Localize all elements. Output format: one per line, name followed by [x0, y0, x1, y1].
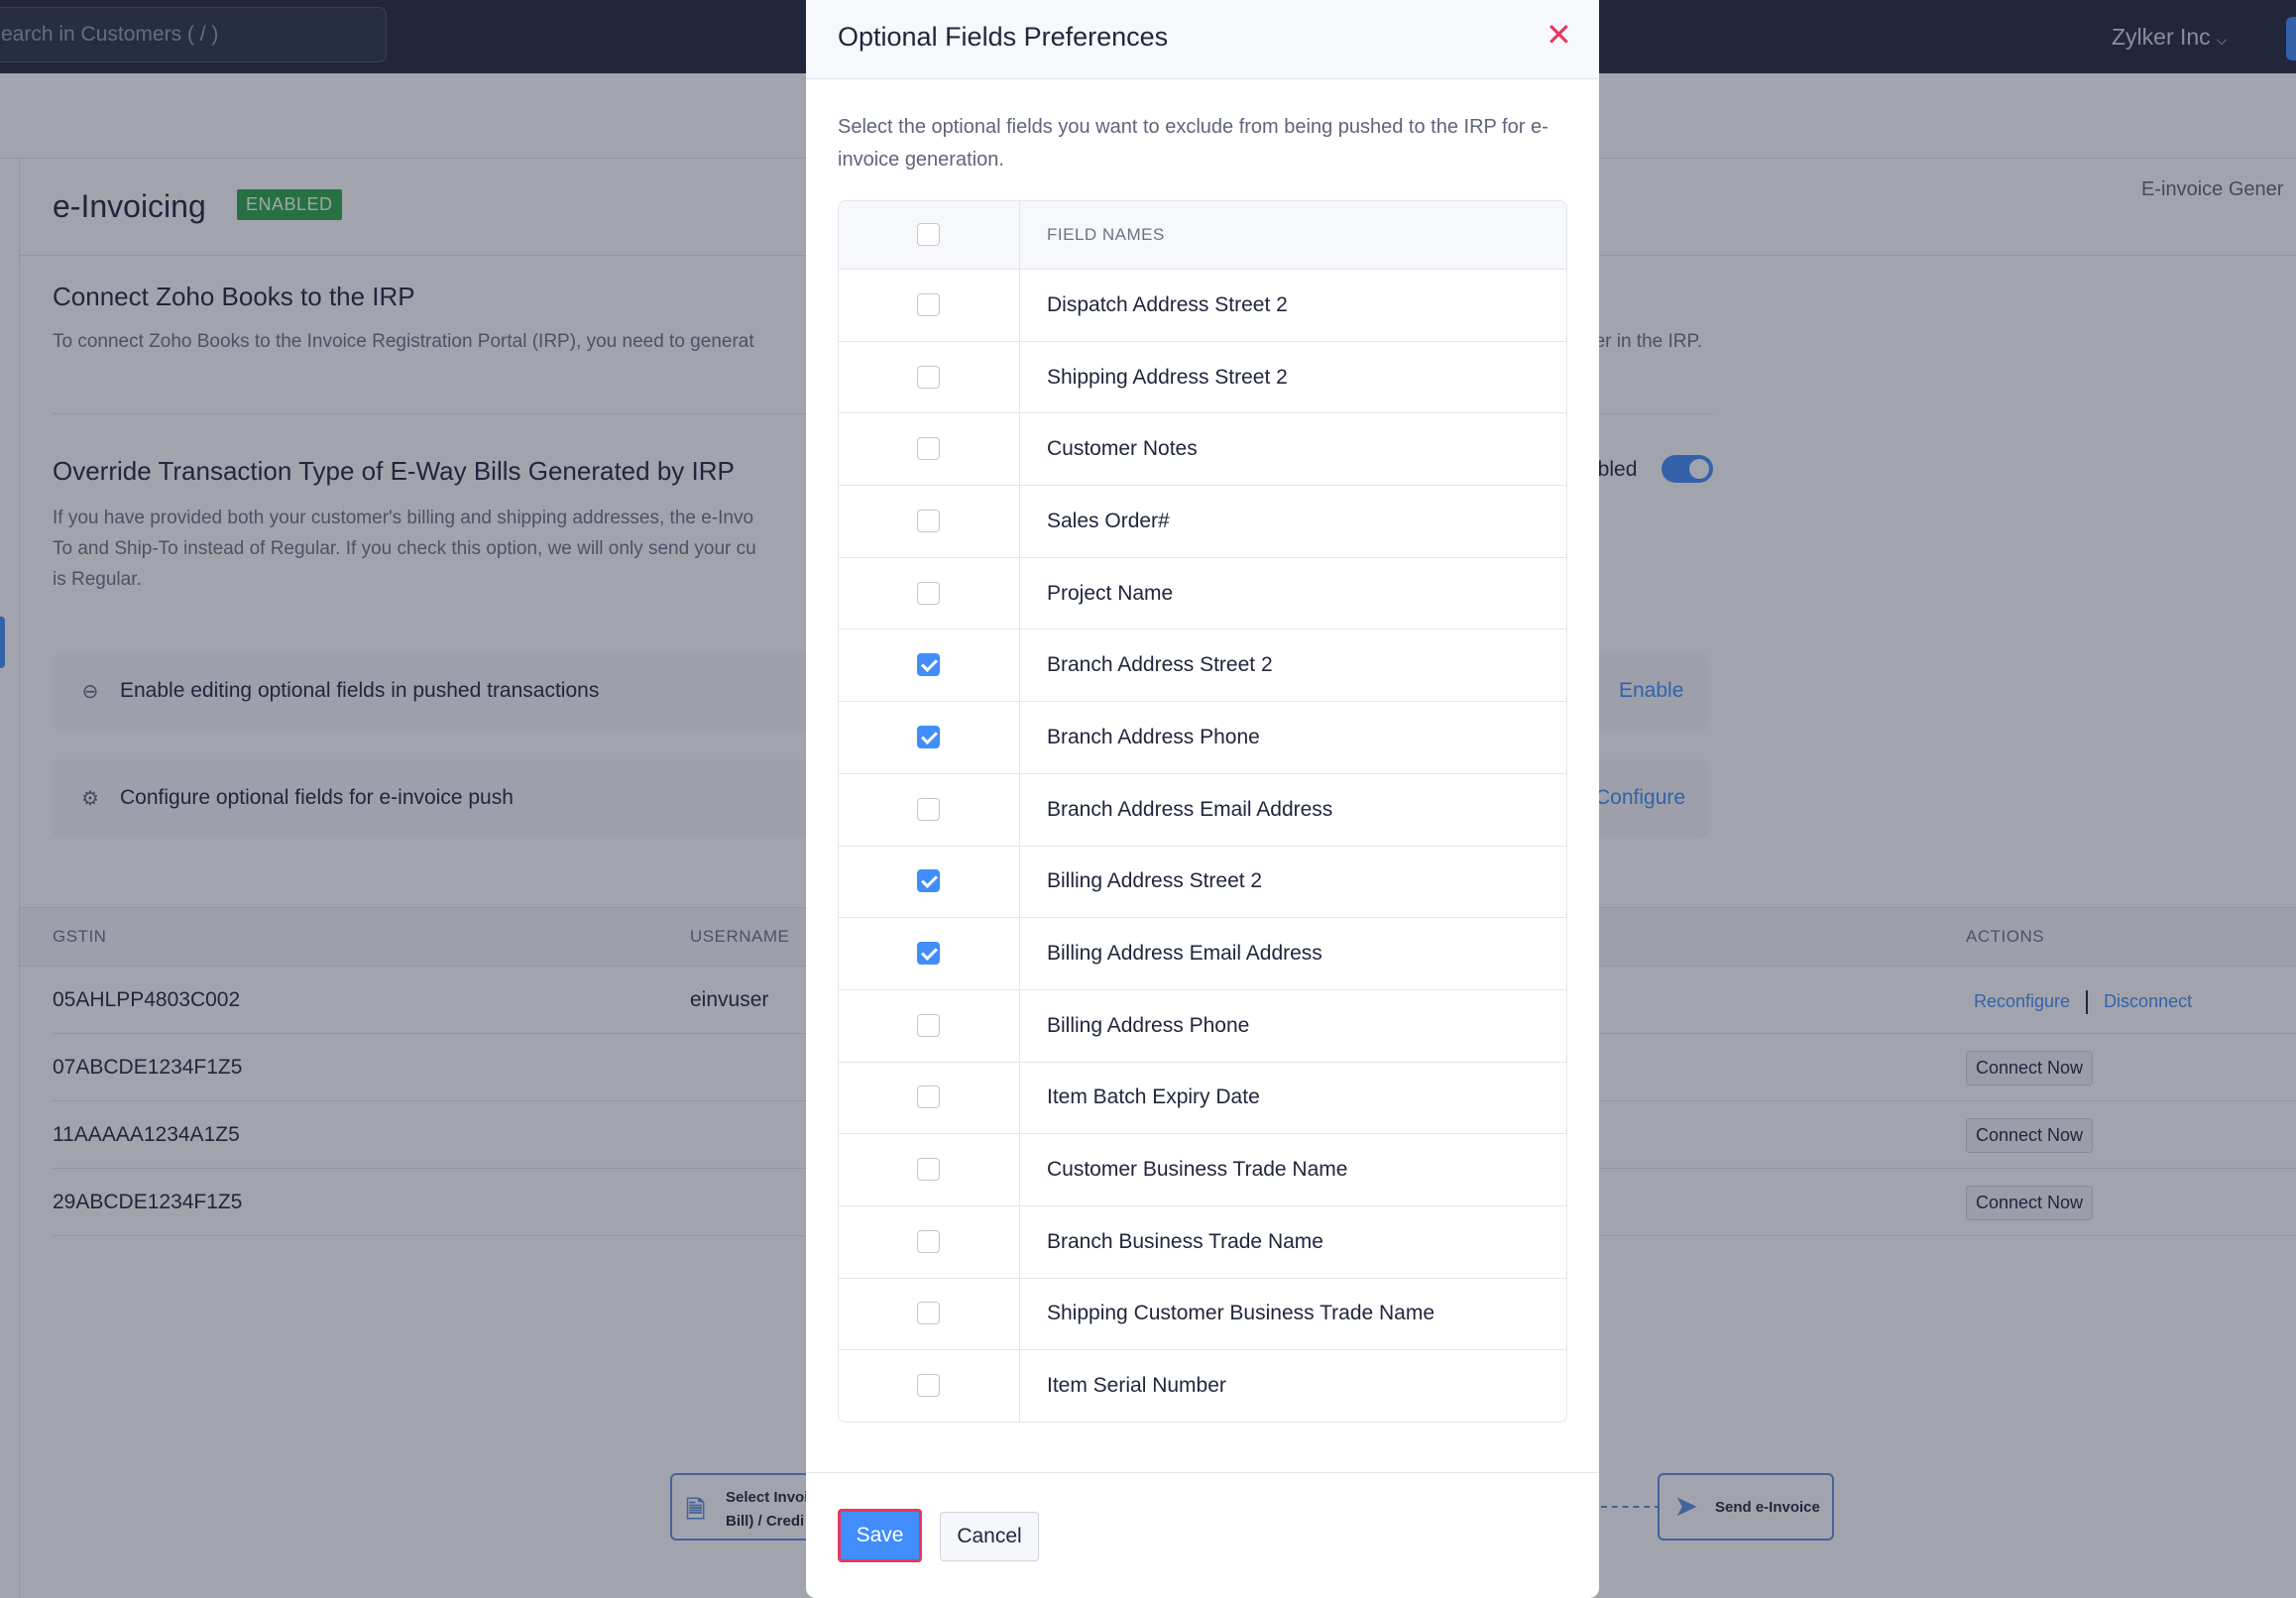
field-checkbox[interactable] — [917, 581, 940, 605]
field-checkbox[interactable] — [917, 1085, 940, 1109]
field-name: Customer Notes — [1047, 437, 1198, 461]
field-name: Customer Business Trade Name — [1047, 1158, 1348, 1182]
field-checkbox-cell — [839, 1134, 1020, 1205]
optional-fields-modal: Optional Fields Preferences ✕ Select the… — [806, 0, 1599, 1598]
field-name: Dispatch Address Street 2 — [1047, 292, 1288, 316]
field-checkbox[interactable] — [917, 1302, 940, 1325]
field-checkbox-cell — [839, 629, 1020, 702]
field-checkbox[interactable] — [917, 292, 940, 316]
field-checkbox-cell — [839, 486, 1020, 557]
field-checkbox[interactable] — [917, 1374, 940, 1398]
field-checkbox[interactable] — [917, 1229, 940, 1253]
field-checkbox-cell — [839, 270, 1020, 341]
modal-title: Optional Fields Preferences — [838, 22, 1169, 52]
field-checkbox[interactable] — [917, 437, 940, 461]
close-icon[interactable]: ✕ — [1546, 16, 1572, 54]
field-checkbox[interactable] — [917, 1013, 940, 1037]
table-row[interactable]: Item Serial Number — [839, 1349, 1566, 1422]
field-checkbox[interactable] — [917, 725, 940, 748]
field-name: Billing Address Street 2 — [1047, 869, 1263, 893]
field-checkbox-cell — [839, 341, 1020, 413]
field-name: Shipping Customer Business Trade Name — [1047, 1302, 1435, 1325]
field-checkbox[interactable] — [917, 797, 940, 821]
field-name: Branch Address Street 2 — [1047, 653, 1273, 677]
field-name: Sales Order# — [1047, 509, 1170, 532]
modal-footer: Save Cancel — [806, 1472, 1599, 1598]
select-all-checkbox[interactable] — [917, 223, 940, 246]
field-name: Project Name — [1047, 581, 1174, 605]
field-checkbox-cell — [839, 557, 1020, 629]
field-name: Branch Business Trade Name — [1047, 1229, 1323, 1253]
field-names-column-header: FIELD NAMES — [1047, 225, 1165, 244]
field-name: Branch Address Email Address — [1047, 797, 1333, 821]
table-row[interactable]: Branch Address Street 2 — [839, 628, 1566, 702]
table-row[interactable]: Item Batch Expiry Date — [839, 1061, 1566, 1134]
table-row[interactable]: Billing Address Phone — [839, 988, 1566, 1062]
field-checkbox-cell — [839, 1062, 1020, 1134]
field-name: Item Batch Expiry Date — [1047, 1085, 1260, 1109]
table-row[interactable]: Project Name — [839, 556, 1566, 629]
table-row[interactable]: Shipping Customer Business Trade Name — [839, 1277, 1566, 1350]
field-checkbox-cell — [839, 702, 1020, 773]
field-name: Billing Address Email Address — [1047, 942, 1322, 966]
table-row[interactable]: Billing Address Street 2 — [839, 845, 1566, 918]
select-all-cell — [839, 201, 1020, 269]
table-row[interactable]: Dispatch Address Street 2 — [839, 269, 1566, 341]
field-name: Branch Address Phone — [1047, 725, 1260, 748]
table-row[interactable]: Branch Address Email Address — [839, 772, 1566, 846]
field-checkbox-cell — [839, 773, 1020, 846]
table-row[interactable]: Customer Notes — [839, 412, 1566, 486]
field-checkbox-cell — [839, 1350, 1020, 1422]
table-row[interactable]: Sales Order# — [839, 485, 1566, 557]
table-row[interactable]: Branch Address Phone — [839, 701, 1566, 773]
field-checkbox-cell — [839, 918, 1020, 989]
field-checkbox[interactable] — [917, 1158, 940, 1182]
field-checkbox[interactable] — [917, 869, 940, 893]
field-checkbox-cell — [839, 1205, 1020, 1278]
field-checkbox[interactable] — [917, 942, 940, 966]
table-row[interactable]: Branch Business Trade Name — [839, 1204, 1566, 1278]
field-checkbox-cell — [839, 413, 1020, 486]
save-button[interactable]: Save — [838, 1509, 922, 1562]
field-checkbox-cell — [839, 846, 1020, 918]
field-checkbox-cell — [839, 989, 1020, 1062]
field-checkbox[interactable] — [917, 653, 940, 677]
field-checkbox[interactable] — [917, 365, 940, 389]
field-checkbox[interactable] — [917, 509, 940, 532]
field-table-header: FIELD NAMES — [839, 201, 1566, 269]
field-name: Shipping Address Street 2 — [1047, 365, 1288, 389]
table-row[interactable]: Shipping Address Street 2 — [839, 340, 1566, 413]
field-name: Item Serial Number — [1047, 1374, 1226, 1398]
field-names-table: FIELD NAMES Dispatch Address Street 2 Shi… — [838, 200, 1567, 1423]
cancel-button[interactable]: Cancel — [940, 1512, 1039, 1561]
field-name: Billing Address Phone — [1047, 1013, 1250, 1037]
modal-description: Select the optional fields you want to e… — [838, 116, 1549, 171]
table-row[interactable]: Customer Business Trade Name — [839, 1133, 1566, 1205]
table-row[interactable]: Billing Address Email Address — [839, 917, 1566, 989]
modal-header: Optional Fields Preferences ✕ — [806, 0, 1599, 79]
field-checkbox-cell — [839, 1278, 1020, 1350]
